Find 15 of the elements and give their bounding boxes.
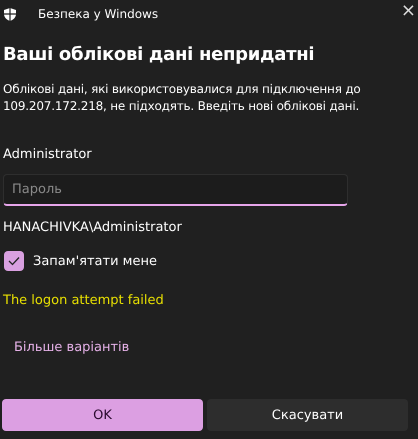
- close-button[interactable]: ×: [400, 2, 416, 20]
- remember-label: Запам'ятати мене: [33, 254, 157, 268]
- user-name: Administrator: [3, 147, 93, 162]
- error-message: The logon attempt failed: [3, 293, 165, 308]
- cancel-button[interactable]: Скасувати: [207, 399, 408, 431]
- dialog-heading: Ваші облікові дані непридатні: [3, 44, 316, 65]
- dialog-message: Облікові дані, які використовувалися для підключення до 109.207.172.218, не підходять. Введіть нові облікові дані.: [3, 81, 362, 115]
- remember-checkbox[interactable]: [4, 251, 24, 271]
- ok-button[interactable]: OK: [2, 399, 203, 431]
- check-icon: [8, 256, 20, 266]
- password-field[interactable]: Пароль: [3, 174, 348, 206]
- window-title: Безпека у Windows: [38, 7, 158, 21]
- shield-icon: [4, 8, 16, 20]
- domain-user-name: HANACHIVKA\Administrator: [3, 220, 183, 235]
- more-options-link[interactable]: Більше варіантів: [14, 340, 130, 355]
